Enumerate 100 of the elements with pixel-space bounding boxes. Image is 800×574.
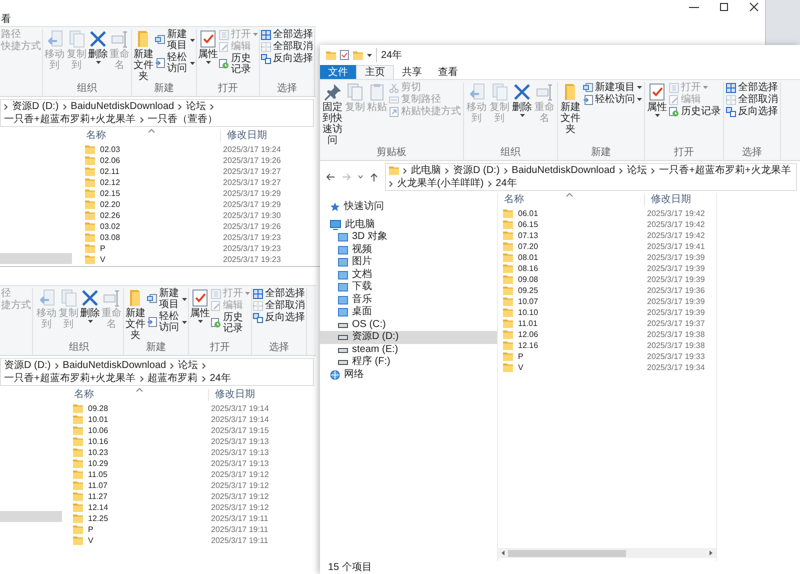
ribbon-button[interactable]: 新建文件夹	[125, 288, 146, 342]
breadcrumb-item[interactable]: 一只香+超蓝布罗莉+火龙果羊	[4, 113, 136, 126]
file-name[interactable]: 02.06	[100, 156, 120, 166]
ribbon-button[interactable]: 属性	[190, 288, 210, 324]
file-name[interactable]: 09.28	[88, 404, 108, 414]
nav-item[interactable]: 图片	[320, 256, 497, 268]
file-name[interactable]: 09.25	[518, 286, 538, 296]
up-icon[interactable]	[370, 172, 378, 182]
file-name[interactable]: 02.11	[100, 166, 120, 176]
breadcrumb-item[interactable]: BaiduNetdiskDownload	[62, 359, 166, 372]
ribbon-tab[interactable]: 主页	[356, 65, 394, 79]
breadcrumb-item[interactable]: 24年	[210, 372, 231, 385]
file-name[interactable]: 10.07	[518, 296, 538, 306]
file-name[interactable]: 12.14	[88, 502, 108, 512]
ribbon-button[interactable]: 属性	[198, 29, 218, 65]
column-header[interactable]: 名称	[498, 194, 644, 206]
file-name[interactable]: 12.06	[518, 330, 538, 340]
breadcrumb-item[interactable]: 论坛	[178, 359, 198, 372]
file-name[interactable]: V	[88, 536, 94, 546]
file-name[interactable]: 07.13	[518, 230, 538, 240]
close-icon[interactable]	[749, 2, 759, 12]
file-name[interactable]: 03.02	[100, 222, 120, 232]
address-bar[interactable]: 此电脑 资源D (D:) BaiduNetdiskDownload 论坛 一只香+超蓝布罗莉+火龙果羊 火龙果羊(小羊咩咩) 24年	[385, 163, 797, 191]
ribbon-button[interactable]: 属性	[647, 82, 667, 118]
column-header[interactable]: 修改日期	[644, 194, 691, 206]
dropdown-icon[interactable]	[358, 175, 363, 179]
file-name[interactable]: 12.25	[88, 514, 108, 524]
breadcrumb-item[interactable]: 一只香+超蓝布罗莉+火龙果羊	[4, 372, 136, 385]
ribbon-button[interactable]: 新建项目	[583, 82, 642, 93]
ribbon-button[interactable]: 反向选择	[261, 53, 313, 64]
right-arrow-icon[interactable]	[709, 550, 713, 556]
nav-item[interactable]: 资源D (D:)	[320, 331, 497, 344]
file-name[interactable]: 06.15	[518, 220, 538, 230]
column-header[interactable]: 修改日期	[208, 389, 255, 401]
ribbon-button[interactable]: 删除	[80, 288, 100, 324]
ribbon-tab[interactable]: 看	[0, 14, 12, 26]
breadcrumb-item[interactable]: 一只香（萱香）	[148, 113, 218, 126]
ribbon-tab[interactable]: 查看	[430, 65, 466, 79]
ribbon-button[interactable]: 反向选择	[253, 312, 305, 323]
ribbon-tab[interactable]: 文件	[320, 65, 356, 79]
breadcrumb-item[interactable]: 火龙果羊(小羊咩咩)	[397, 177, 484, 190]
breadcrumb-item[interactable]: 24年	[496, 177, 517, 190]
breadcrumb-item[interactable]: 资源D (D:)	[4, 359, 51, 372]
file-name[interactable]: 11.01	[518, 318, 538, 328]
ribbon-button[interactable]: 固定到快速访问	[322, 82, 343, 147]
file-name[interactable]: 10.23	[88, 448, 108, 458]
file-name[interactable]: 07.20	[518, 242, 538, 252]
column-header[interactable]: 修改日期	[220, 130, 267, 142]
ribbon-button[interactable]: 反向选择	[726, 106, 778, 117]
file-name[interactable]: 08.16	[518, 264, 538, 274]
file-name[interactable]: 11.05	[88, 470, 108, 480]
file-name[interactable]: 10.29	[88, 458, 108, 468]
ribbon-button[interactable]: 全部取消	[253, 300, 305, 311]
ribbon-button[interactable]: 轻松访问	[147, 311, 187, 333]
nav-item[interactable]: 网络	[320, 368, 497, 381]
breadcrumb-item[interactable]: 一只香+超蓝布罗莉+火龙果羊	[659, 164, 791, 177]
back-icon[interactable]	[326, 173, 335, 181]
breadcrumb-item[interactable]: 论坛	[627, 164, 648, 177]
horizontal-scrollbar[interactable]	[498, 548, 716, 558]
ribbon-button[interactable]: 新建项目	[147, 288, 187, 310]
file-name[interactable]: P	[518, 352, 524, 362]
file-name[interactable]: 10.01	[88, 414, 108, 424]
ribbon-button[interactable]: 全部取消	[261, 41, 313, 52]
breadcrumb-item[interactable]: BaiduNetdiskDownload	[512, 164, 616, 177]
file-name[interactable]: V	[100, 254, 106, 264]
breadcrumb-item[interactable]: 资源D (D:)	[453, 164, 500, 177]
file-name[interactable]: 12.16	[518, 340, 538, 350]
nav-item[interactable]: 程序 (F:)	[320, 356, 497, 368]
file-name[interactable]: 02.20	[100, 200, 120, 210]
ribbon-button[interactable]: 历史记录	[211, 312, 250, 334]
nav-item[interactable]: 音乐	[320, 294, 497, 306]
file-name[interactable]: 02.15	[100, 188, 120, 198]
file-name[interactable]: 03.08	[100, 232, 120, 242]
address-bar[interactable]: 资源D (D:) BaiduNetdiskDownload 论坛 一只香+超蓝布罗莉+火龙果羊 超蓝布罗莉 24年	[0, 358, 314, 386]
nav-item[interactable]: 3D 对象	[320, 231, 497, 244]
ribbon-button[interactable]: 删除	[88, 29, 108, 65]
file-name[interactable]: 02.26	[100, 210, 120, 220]
breadcrumb-item[interactable]: 资源D (D:)	[12, 100, 59, 113]
ribbon-button[interactable]: 新建文件夹	[560, 82, 581, 136]
ribbon-button[interactable]: 新建文件夹	[133, 29, 154, 83]
file-name[interactable]: 02.03	[100, 144, 120, 154]
file-name[interactable]: 02.12	[100, 178, 120, 188]
file-name[interactable]: 06.01	[518, 208, 538, 218]
file-name[interactable]: 11.27	[88, 492, 108, 502]
file-name[interactable]: P	[100, 244, 106, 254]
nav-item[interactable]: 下载	[320, 281, 497, 294]
column-header[interactable]: 名称	[68, 389, 208, 401]
file-name[interactable]: V	[518, 362, 524, 372]
column-header[interactable]: 名称	[80, 130, 220, 142]
file-name[interactable]: 10.16	[88, 436, 108, 446]
nav-item[interactable]: 文档	[320, 268, 497, 281]
address-bar[interactable]: 资源D (D:) BaiduNetdiskDownload 论坛 一只香+超蓝布罗莉+火龙果羊 一只香（萱香）	[0, 99, 314, 127]
breadcrumb-item[interactable]: 论坛	[186, 100, 206, 113]
breadcrumb-item[interactable]: 此电脑	[411, 164, 441, 177]
ribbon-button[interactable]: 新建项目	[155, 29, 195, 51]
ribbon-button[interactable]: 全部选择	[261, 29, 313, 40]
checklist-icon[interactable]	[340, 50, 349, 60]
nav-item[interactable]: OS (C:)	[320, 318, 497, 331]
ribbon-button[interactable]: 轻松访问	[155, 52, 195, 74]
left-arrow-icon[interactable]	[501, 550, 505, 556]
